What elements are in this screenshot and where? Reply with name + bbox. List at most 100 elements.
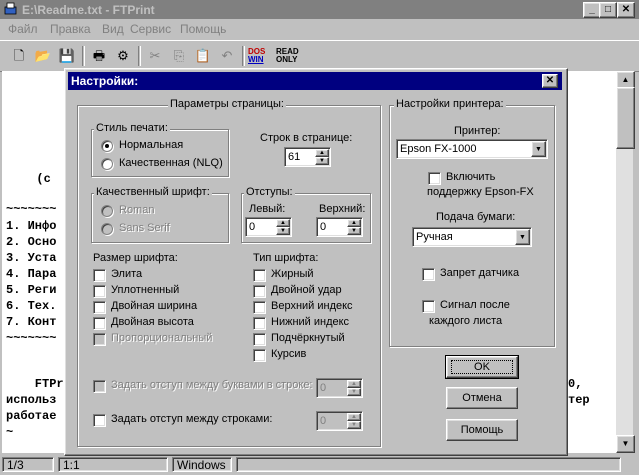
toolbar-separator [242,46,245,66]
spin-up-icon[interactable]: ▲ [276,219,290,227]
doc-line: 1. Инфо [6,219,57,233]
print-style-title: Стиль печати: [94,122,170,134]
paper-feed-select[interactable]: Ручная ▼ [412,227,532,247]
check-bold-label: Жирный [271,268,314,280]
status-zoom: 1:1 [58,457,168,472]
dialog-title: Настройки: [71,74,139,88]
line-spacing-value: 0 [320,415,327,427]
check-subscript[interactable] [253,317,266,330]
maximize-button[interactable]: □ [599,2,617,18]
check-double-width[interactable] [93,301,106,314]
print-icon[interactable]: 🖶 [90,47,108,65]
focus-rect [451,360,513,374]
spin-down-icon[interactable]: ▼ [315,157,329,165]
spin-down-icon[interactable]: ▼ [347,388,361,396]
check-superscript-label: Верхний индекс [271,300,353,312]
dropdown-arrow-icon[interactable]: ▼ [531,141,546,157]
open-folder-icon[interactable]: 📂 [34,47,52,65]
doc-line: ~ [6,425,14,439]
check-underline[interactable] [253,333,266,346]
only-label: ONLY [276,55,298,64]
read-only-button[interactable]: READ ONLY [276,48,299,64]
cut-icon[interactable]: ✂ [146,47,164,65]
spin-up-icon[interactable]: ▲ [347,380,361,388]
radio-roman[interactable] [101,205,113,217]
lines-per-page-spinner[interactable]: 61 ▲ ▼ [284,147,331,167]
print-style-group: Стиль печати: [91,122,229,177]
doc-line: FTPr [6,377,64,391]
check-char-spacing-label: Задать отступ между буквами в строке: [111,379,313,391]
paste-icon[interactable]: 📋 [194,47,212,65]
char-spacing-value: 0 [320,382,327,394]
check-italic[interactable] [253,349,266,362]
radio-sans-serif[interactable] [101,223,113,235]
check-condensed[interactable] [93,285,106,298]
cancel-button[interactable]: Отмена [446,387,518,409]
check-bold[interactable] [253,269,266,282]
check-sensor[interactable] [422,268,435,281]
check-elite[interactable] [93,269,106,282]
menu-edit[interactable]: Правка [50,22,91,36]
line-spacing-spinner[interactable]: 0 ▲ ▼ [316,411,363,431]
radio-nlq[interactable] [101,158,113,170]
doc-line: работае [6,409,57,423]
doc-line: 4. Пара [6,267,57,281]
help-label: Помощь [460,424,504,436]
printer-value: Epson FX-1000 [400,143,477,155]
check-double-strike-label: Двойной удар [271,284,342,296]
check-proportional[interactable] [93,333,106,346]
doc-line: ~~~~~~~ [6,202,57,216]
status-bar: 1/3 1:1 Windows [0,455,639,475]
printer-select[interactable]: Epson FX-1000 ▼ [396,139,548,159]
radio-normal[interactable] [101,140,113,152]
help-button[interactable]: Помощь [446,419,518,441]
char-spacing-spinner[interactable]: 0 ▲ ▼ [316,378,363,398]
left-margin-spinner[interactable]: 0 ▲ ▼ [245,217,292,237]
spin-down-icon[interactable]: ▼ [347,227,361,235]
spin-down-icon[interactable]: ▼ [276,227,290,235]
dropdown-arrow-icon[interactable]: ▼ [515,229,530,245]
check-epson-fx[interactable] [428,172,441,185]
quality-font-group: Качественный шрифт: [91,186,229,243]
undo-icon[interactable]: ↶ [218,47,236,65]
spin-up-icon[interactable]: ▲ [347,413,361,421]
win-label: WIN [248,55,264,64]
settings-dialog: Настройки: ✕ Параметры страницы: Стиль п… [64,68,568,456]
paper-feed-label: Подача бумаги: [436,211,516,223]
check-proportional-label: Пропорциональный [111,332,213,344]
check-superscript[interactable] [253,301,266,314]
radio-roman-label: Roman [119,204,155,216]
margins-title: Отступы: [244,186,295,198]
check-double-width-label: Двойная ширина [111,300,198,312]
menu-help[interactable]: Помощь [180,22,226,36]
lines-per-page-value: 61 [288,151,301,163]
check-signal[interactable] [422,300,435,313]
new-file-icon[interactable]: 🗋 [10,47,28,65]
scroll-down-icon[interactable]: ▼ [616,435,635,453]
copy-icon[interactable]: ⎘ [170,47,188,65]
spin-up-icon[interactable]: ▲ [315,149,329,157]
print-settings-icon[interactable]: ⚙ [114,47,132,65]
spin-up-icon[interactable]: ▲ [347,219,361,227]
quality-font-title: Качественный шрифт: [94,186,212,198]
doc-line: (с [22,172,51,186]
app-icon [4,2,17,15]
scroll-thumb[interactable] [616,87,635,149]
check-double-strike[interactable] [253,285,266,298]
top-margin-spinner[interactable]: 0 ▲ ▼ [316,217,363,237]
save-icon[interactable]: 💾 [58,47,76,65]
top-margin-label: Верхний: [319,203,366,215]
menu-file[interactable]: Файл [8,22,38,36]
ok-button[interactable]: OK [445,355,519,379]
dos-win-button[interactable]: DOS WIN [248,48,265,64]
close-window-button[interactable]: ✕ [617,2,635,18]
spin-down-icon[interactable]: ▼ [347,421,361,429]
check-line-spacing[interactable] [93,414,106,427]
check-double-height[interactable] [93,317,106,330]
dialog-close-icon[interactable]: ✕ [542,74,558,88]
vertical-scrollbar[interactable]: ▲ ▼ [616,71,635,453]
check-char-spacing[interactable] [93,380,106,393]
menu-view[interactable]: Вид [102,22,124,36]
doc-line: ~~~~~~~ [6,331,57,345]
menu-service[interactable]: Сервис [130,22,171,36]
